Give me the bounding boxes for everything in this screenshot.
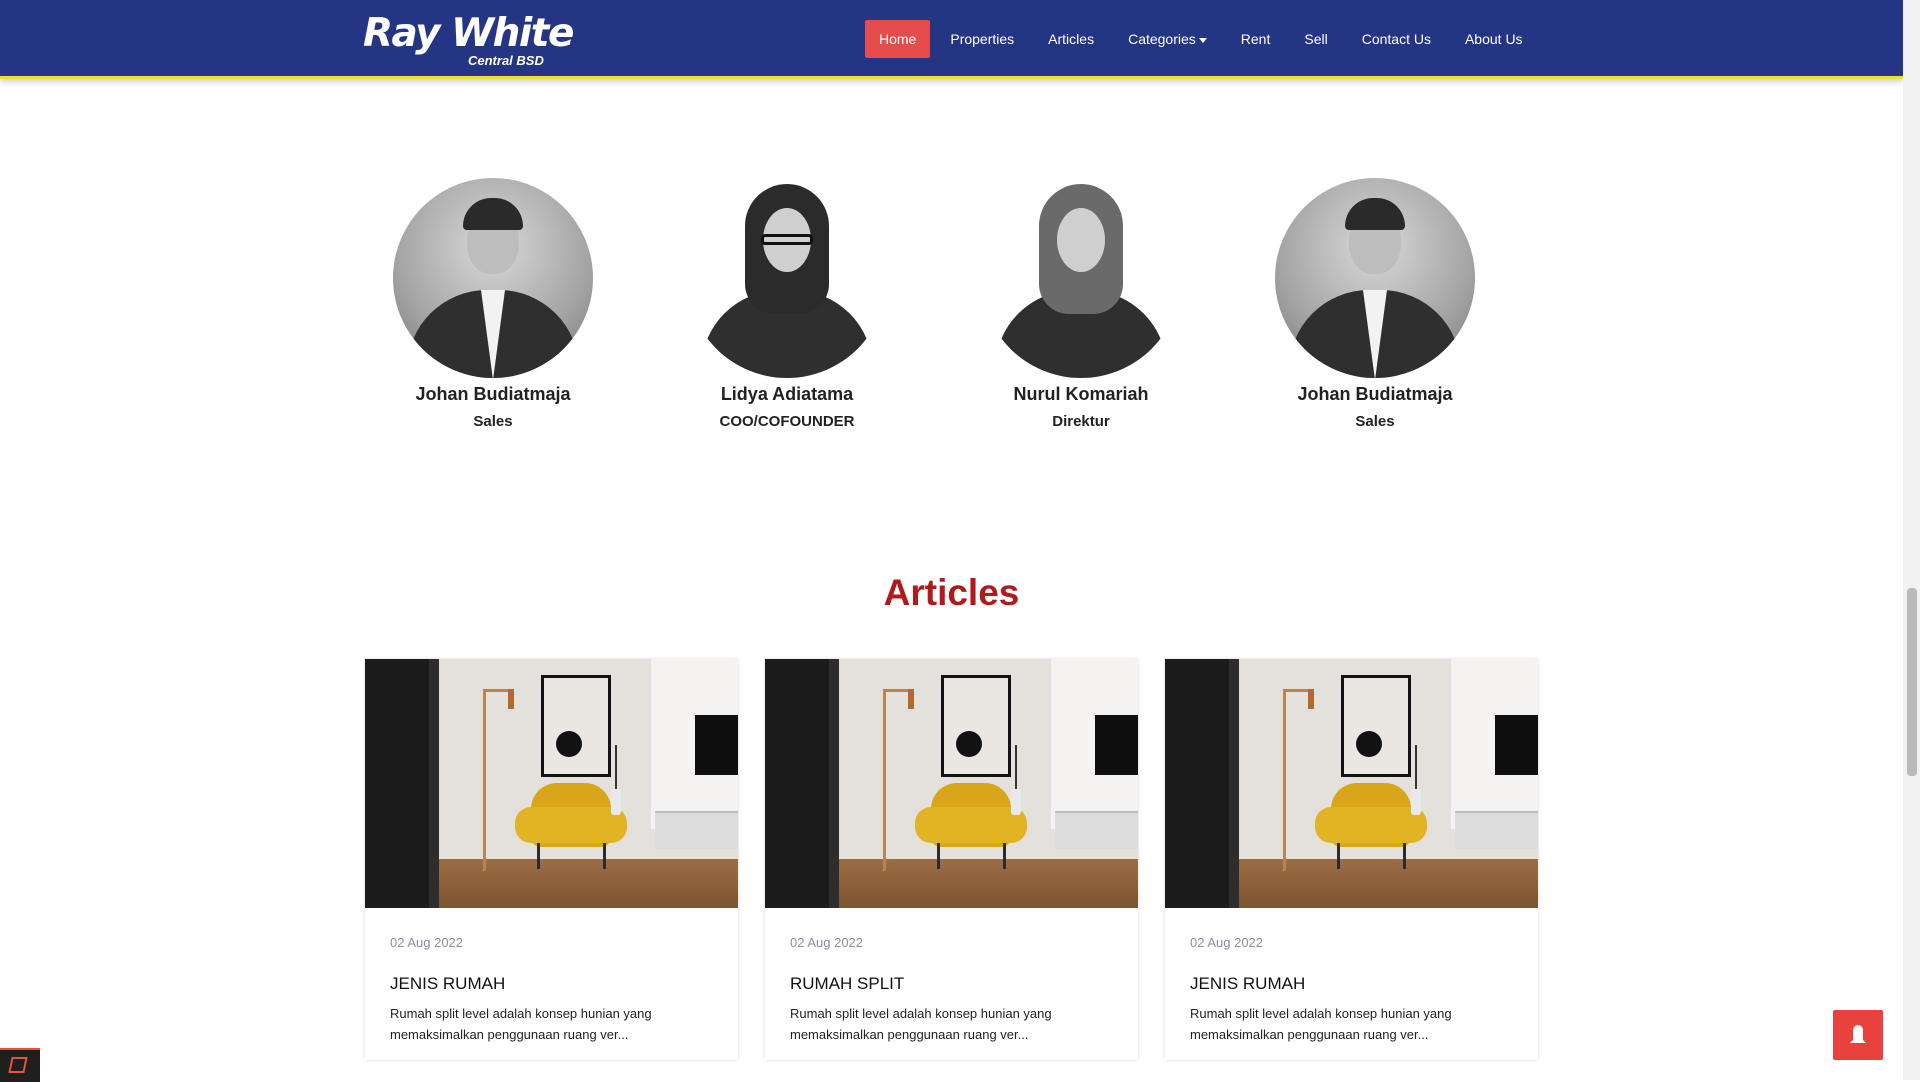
nav-item-label: Contact Us xyxy=(1361,31,1431,47)
member-name: Lidya Adiatama xyxy=(720,384,854,404)
member-role: Sales xyxy=(1355,413,1395,430)
member-role: Sales xyxy=(473,413,513,430)
article-image[interactable] xyxy=(365,659,738,908)
article-card[interactable]: 02 Aug 2022 RUMAH SPLIT Rumah split leve… xyxy=(765,659,1138,1060)
article-image[interactable] xyxy=(1165,659,1538,908)
member-name: Johan Budiatmaja xyxy=(415,384,571,404)
article-excerpt: Rumah split level adalah konsep hunian y… xyxy=(390,1006,652,1042)
nav-item-contact-us[interactable]: Contact Us xyxy=(1348,20,1445,58)
laravel-icon xyxy=(8,1057,28,1073)
team-member: Johan Budiatmaja Sales xyxy=(1250,178,1500,430)
team-member: Lidya Adiatama COO/COFOUNDER xyxy=(662,178,912,430)
nav-item-label: Properties xyxy=(950,31,1015,47)
back-to-top-button[interactable] xyxy=(1833,1010,1883,1060)
nav-item-home[interactable]: Home xyxy=(865,20,931,58)
article-body: 02 Aug 2022 JENIS RUMAH Rumah split leve… xyxy=(1165,908,1538,1045)
avatar xyxy=(981,178,1181,378)
article-excerpt: Rumah split level adalah konsep hunian y… xyxy=(790,1006,1052,1042)
brand-logo[interactable]: Ray White Central BSD xyxy=(363,11,574,69)
article-excerpt: Rumah split level adalah konsep hunian y… xyxy=(1190,1006,1452,1042)
avatar xyxy=(1275,178,1475,378)
nav-item-categories[interactable]: Categories xyxy=(1114,20,1221,58)
article-card[interactable]: 02 Aug 2022 JENIS RUMAH Rumah split leve… xyxy=(365,659,738,1060)
article-title[interactable]: RUMAH SPLIT xyxy=(790,974,1113,994)
article-date: 02 Aug 2022 xyxy=(790,935,864,950)
member-role: Direktur xyxy=(1052,413,1110,430)
nav-item-label: Articles xyxy=(1048,31,1095,47)
page-scrollbar[interactable] xyxy=(1903,0,1920,1080)
avatar xyxy=(687,178,887,378)
nav-item-rent[interactable]: Rent xyxy=(1227,20,1285,58)
navbar: Ray White Central BSD Home Properties Ar… xyxy=(0,0,1903,79)
avatar xyxy=(393,178,593,378)
nav-item-sell[interactable]: Sell xyxy=(1290,20,1341,58)
articles-heading: Articles xyxy=(883,572,1020,613)
article-date: 02 Aug 2022 xyxy=(1190,935,1264,950)
article-title[interactable]: JENIS RUMAH xyxy=(390,974,713,994)
scrollbar-thumb[interactable] xyxy=(1907,588,1917,776)
team-section: Johan Budiatmaja Sales Lidya Adiatama CO… xyxy=(368,178,1543,438)
nav-item-articles[interactable]: Articles xyxy=(1034,20,1108,58)
main-nav: Home Properties Articles Categories Rent… xyxy=(865,20,1543,58)
nav-item-label: Categories xyxy=(1128,31,1196,47)
team-member: Johan Budiatmaja Sales xyxy=(368,178,618,430)
member-role: COO/COFOUNDER xyxy=(719,413,855,430)
article-body: 02 Aug 2022 JENIS RUMAH Rumah split leve… xyxy=(365,908,738,1045)
brand-subtitle: Central BSD xyxy=(468,53,544,68)
nav-item-properties[interactable]: Properties xyxy=(936,20,1028,58)
brand-name: Ray White xyxy=(363,11,574,56)
nav-item-label: Sell xyxy=(1304,31,1328,47)
article-card[interactable]: 02 Aug 2022 JENIS RUMAH Rumah split leve… xyxy=(1165,659,1538,1060)
debugbar-toggle[interactable] xyxy=(0,1048,40,1082)
article-date: 02 Aug 2022 xyxy=(390,935,464,950)
member-name: Johan Budiatmaja xyxy=(1297,384,1453,404)
article-image[interactable] xyxy=(765,659,1138,908)
nav-item-label: About Us xyxy=(1464,31,1523,47)
nav-item-about-us[interactable]: About Us xyxy=(1451,20,1537,58)
caret-down-icon xyxy=(1198,37,1207,43)
team-member: Nurul Komariah Direktur xyxy=(956,178,1206,430)
article-title[interactable]: JENIS RUMAH xyxy=(1190,974,1513,994)
article-body: 02 Aug 2022 RUMAH SPLIT Rumah split leve… xyxy=(765,908,1138,1045)
nav-item-label: Rent xyxy=(1240,31,1271,47)
member-name: Nurul Komariah xyxy=(1013,384,1149,404)
nav-item-label: Home xyxy=(879,31,917,47)
